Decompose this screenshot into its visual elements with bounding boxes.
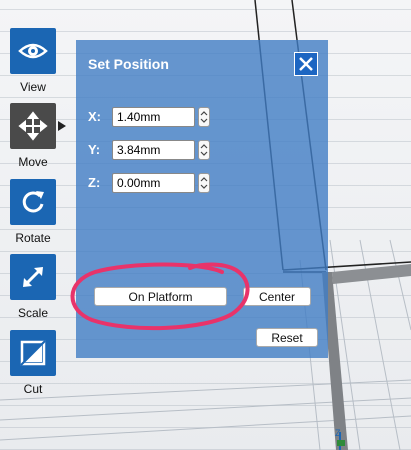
on-platform-button[interactable]: On Platform <box>94 287 227 306</box>
z-position-stepper[interactable] <box>198 173 210 193</box>
cut-label: Cut <box>23 382 43 396</box>
cut-button[interactable] <box>10 330 56 376</box>
close-icon <box>299 57 313 71</box>
x-axis-label: X: <box>88 109 101 124</box>
scale-button[interactable] <box>10 254 56 300</box>
move-button[interactable] <box>10 103 56 149</box>
y-position-stepper[interactable] <box>198 140 210 160</box>
move-arrows-icon <box>18 111 48 141</box>
stepper-arrows-icon <box>200 111 208 123</box>
x-position-stepper[interactable] <box>198 107 210 127</box>
rotate-icon <box>22 191 44 213</box>
move-label: Move <box>18 155 48 169</box>
view-button[interactable] <box>10 28 56 74</box>
z-axis-label: Z: <box>88 175 101 190</box>
rotate-button[interactable] <box>10 179 56 225</box>
set-position-panel: Set Position X: Y: Z: <box>76 40 328 358</box>
tool-view[interactable]: View <box>10 28 56 94</box>
cut-icon <box>20 340 46 366</box>
view-label: View <box>20 80 46 94</box>
eye-icon <box>18 43 48 59</box>
active-tool-caret <box>58 121 66 131</box>
y-axis-label: Y: <box>88 142 101 157</box>
scale-icon <box>23 267 43 287</box>
axis-z-label: Z <box>335 428 341 438</box>
tool-scale[interactable]: Scale <box>10 254 56 320</box>
center-button[interactable]: Center <box>243 287 311 306</box>
axis-origin-marker <box>337 440 345 446</box>
x-position-input[interactable] <box>112 107 195 127</box>
tool-move[interactable]: Move <box>10 103 66 169</box>
scale-label: Scale <box>17 306 49 320</box>
tool-cut[interactable]: Cut <box>10 330 56 396</box>
y-position-input[interactable] <box>112 140 195 160</box>
stepper-arrows-icon <box>200 177 208 189</box>
panel-title: Set Position <box>88 56 169 72</box>
z-position-input[interactable] <box>112 173 195 193</box>
close-button[interactable] <box>294 52 318 76</box>
rotate-label: Rotate <box>15 231 51 245</box>
tool-rotate[interactable]: Rotate <box>10 179 56 245</box>
reset-button[interactable]: Reset <box>256 328 318 347</box>
stepper-arrows-icon <box>200 144 208 156</box>
